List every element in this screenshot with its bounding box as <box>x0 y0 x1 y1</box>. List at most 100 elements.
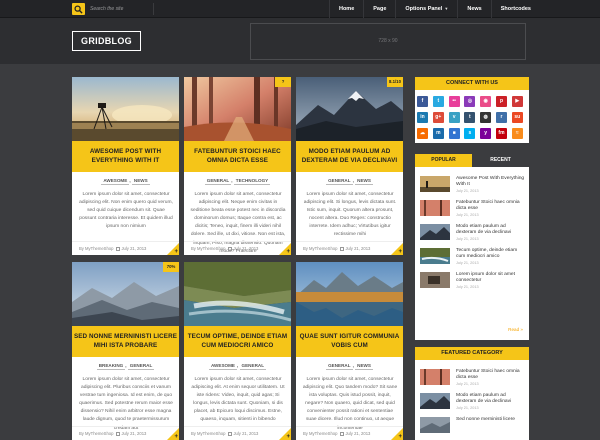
reddit-icon[interactable]: r <box>495 112 507 123</box>
post-thumbnail[interactable] <box>184 262 291 326</box>
post-title[interactable]: FATEBUNTUR STOICI HAEC OMNIA DICTA ESSE <box>184 141 291 172</box>
post-meta: By MyThemeShop July 21, 2013 <box>296 426 403 440</box>
post-tag[interactable]: AWESOME <box>101 178 130 185</box>
list-item[interactable]: Modo etiam paulum ad dexteram de via dec… <box>415 219 529 243</box>
nav-item-news[interactable]: News <box>457 0 490 18</box>
list-item[interactable]: Awesome Post With Everything With It July… <box>415 171 529 195</box>
header-ad-banner[interactable]: 728 x 90 <box>250 23 526 60</box>
list-item[interactable]: Sed nonne merninisti licere <box>415 412 529 436</box>
post-thumbnail[interactable] <box>296 262 403 326</box>
post-tag[interactable]: GENERAL <box>326 178 353 185</box>
post-thumbnail[interactable] <box>420 417 450 433</box>
flickr-icon[interactable]: •• <box>448 96 460 107</box>
read-more-corner-button[interactable]: + <box>279 243 291 255</box>
post-thumbnail[interactable] <box>420 272 450 288</box>
instagram-icon[interactable]: ◎ <box>464 96 476 107</box>
list-item[interactable]: Fatebuntur Stoici haec omnia dicta esse J… <box>415 364 529 388</box>
top-navigation-bar: Home Page Options Panel▼ News Shortcodes <box>0 0 600 18</box>
post-link[interactable]: Fatebuntur Stoici haec omnia dicta esse <box>456 369 526 381</box>
list-item[interactable]: Lorem ipsum dolor sit amet consectetur Ju… <box>415 267 529 291</box>
post-tag[interactable]: GENERAL <box>204 178 232 185</box>
plus-icon: + <box>286 434 290 440</box>
myspace-icon[interactable]: m <box>432 128 444 139</box>
post-title[interactable]: SED NONNE MERNINISTI LICERE MIHI ISTA PR… <box>72 326 179 357</box>
skype-icon[interactable]: s <box>464 128 476 139</box>
post-thumbnail[interactable] <box>420 176 450 192</box>
post-link[interactable]: Fatebuntur Stoici haec omnia dicta esse <box>456 200 526 212</box>
post-title[interactable]: TECUM OPTIME, DEINDE ETIAM CUM MEDIOCRI … <box>184 326 291 357</box>
nav-item-home[interactable]: Home <box>328 0 363 18</box>
site-logo[interactable]: GRIDBLOG <box>72 31 141 51</box>
soundcloud-icon[interactable]: ☁ <box>417 128 428 139</box>
github-icon[interactable]: ◍ <box>480 112 492 123</box>
post-tag[interactable]: NEWS <box>131 178 150 185</box>
tab-popular[interactable]: POPULAR <box>415 154 472 167</box>
google-plus-icon[interactable]: g+ <box>432 112 444 123</box>
post-tag[interactable]: GENERAL <box>239 363 267 370</box>
post-tag[interactable]: BREAKING <box>96 363 126 370</box>
search-input[interactable] <box>88 3 154 15</box>
list-item[interactable]: Fatebuntur Stoici haec omnia dicta esse J… <box>415 195 529 219</box>
delicious-icon[interactable]: ■ <box>448 128 460 139</box>
linkedin-icon[interactable]: in <box>417 112 428 123</box>
list-item[interactable]: Modo etiam paulum ad dexteram de via dec… <box>415 388 529 412</box>
read-more-corner-button[interactable]: + <box>279 428 291 440</box>
post-link[interactable]: Awesome Post With Everything With It <box>456 176 526 188</box>
stumbleupon-icon[interactable]: su <box>511 112 523 123</box>
post-author[interactable]: By MyThemeShop <box>79 246 113 251</box>
read-more-corner-button[interactable]: + <box>391 243 403 255</box>
post-link[interactable]: Tecum optime, deinde etiam cum mediocri … <box>456 248 526 260</box>
vimeo-icon[interactable]: v <box>448 112 460 123</box>
post-link[interactable]: Modo etiam paulum ad dexteram de via dec… <box>456 224 526 236</box>
post-date: July 21, 2013 <box>456 406 479 411</box>
read-more-link[interactable]: Read » <box>508 327 523 332</box>
post-title[interactable]: QUAE SUNT IGITUR COMMUNIA VOBIS CUM <box>296 326 403 357</box>
post-author[interactable]: By MyThemeShop <box>303 246 337 251</box>
post-title[interactable]: AWESOME POST WITH EVERYTHING WITH IT <box>72 141 179 172</box>
post-tag[interactable]: GENERAL <box>326 363 353 370</box>
search-button[interactable] <box>72 3 85 15</box>
post-thumbnail[interactable] <box>420 369 450 385</box>
read-more-corner-button[interactable]: + <box>391 428 403 440</box>
read-more-corner-button[interactable]: + <box>167 243 179 255</box>
tumblr-icon[interactable]: t <box>464 112 476 123</box>
list-item[interactable]: Tecum optime, deinde etiam cum mediocri … <box>415 243 529 267</box>
post-title[interactable]: MODO ETIAM PAULUM AD DEXTERAM DE VIA DEC… <box>296 141 403 172</box>
post-author[interactable]: By MyThemeShop <box>191 246 225 251</box>
post-card: AWESOME POST WITH EVERYTHING WITH IT AWE… <box>72 77 179 255</box>
rss-icon[interactable]: ≈ <box>511 128 523 139</box>
youtube-icon[interactable]: ▶ <box>511 96 523 107</box>
tab-recent[interactable]: RECENT <box>472 154 529 167</box>
post-link[interactable]: Sed nonne merninisti licere <box>456 417 515 423</box>
nav-item-options-panel[interactable]: Options Panel ▼ <box>395 0 457 18</box>
nav-item-shortcodes[interactable]: Shortcodes <box>490 0 540 18</box>
dribbble-icon[interactable]: ◉ <box>480 96 492 107</box>
post-thumbnail[interactable] <box>420 393 450 409</box>
post-author[interactable]: By MyThemeShop <box>191 431 225 436</box>
post-author[interactable]: By MyThemeShop <box>79 431 113 436</box>
post-tag[interactable]: AWESOME <box>208 363 237 370</box>
post-date: July 21, 2013 <box>233 246 259 251</box>
popular-posts-list: Awesome Post With Everything With It July… <box>415 167 529 291</box>
post-thumbnail[interactable] <box>420 200 450 216</box>
pinterest-icon[interactable]: p <box>495 96 507 107</box>
calendar-icon <box>116 246 121 251</box>
post-thumbnail[interactable] <box>420 248 450 264</box>
facebook-icon[interactable]: f <box>417 96 428 107</box>
post-thumbnail[interactable] <box>420 224 450 240</box>
post-tag[interactable]: NEWS <box>355 178 373 185</box>
featured-widget-title: FEATURED CATEGORY <box>415 347 529 360</box>
post-link[interactable]: Lorem ipsum dolor sit amet consectetur <box>456 272 526 284</box>
post-link[interactable]: Modo etiam paulum ad dexteram de via dec… <box>456 393 526 405</box>
tab-bar: POPULAR RECENT <box>415 154 529 167</box>
post-tag[interactable]: NEWS <box>355 363 373 370</box>
yahoo-icon[interactable]: y <box>480 128 492 139</box>
twitter-icon[interactable]: t <box>432 96 444 107</box>
post-tag[interactable]: GENERAL <box>127 363 155 370</box>
read-more-corner-button[interactable]: + <box>167 428 179 440</box>
post-thumbnail[interactable] <box>72 77 179 141</box>
post-tag[interactable]: TECHNOLOGY <box>233 178 271 185</box>
lastfm-icon[interactable]: fm <box>495 128 507 139</box>
post-author[interactable]: By MyThemeShop <box>303 431 337 436</box>
nav-item-page[interactable]: Page <box>363 0 395 18</box>
